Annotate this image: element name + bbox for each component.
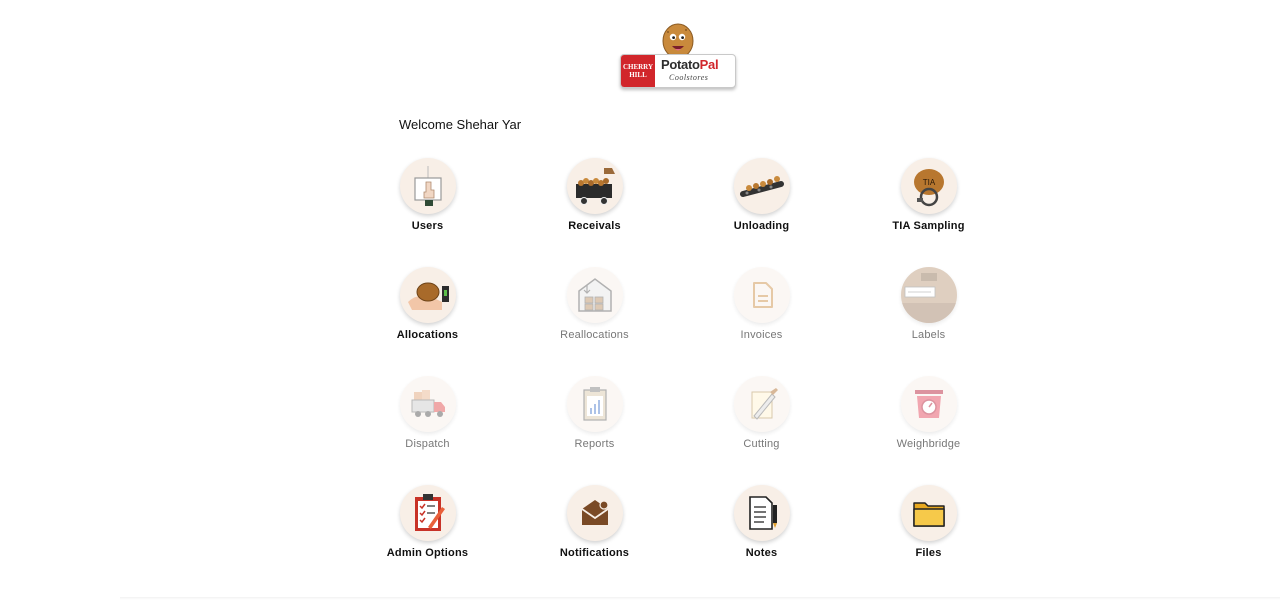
potato-mascot-icon [662, 23, 694, 58]
invoice-icon [752, 282, 773, 308]
tile-label: Notes [745, 547, 778, 559]
tile-labels[interactable]: Labels [845, 265, 1012, 374]
tile-notes[interactable]: Notes [678, 483, 845, 592]
notes-pen-icon [748, 496, 777, 530]
tia-sampling-icon: TIA [913, 169, 944, 207]
tile-label: Weighbridge [896, 438, 961, 450]
tile-label: Reallocations [560, 329, 629, 341]
svg-text:TIA: TIA [922, 178, 935, 187]
users-icon [413, 166, 442, 206]
tile-weighbridge[interactable]: Weighbridge [845, 374, 1012, 483]
receivals-cart-icon [575, 168, 615, 205]
logo-subtitle: Coolstores [669, 73, 709, 82]
tile-notifications[interactable]: Notifications [511, 483, 678, 592]
tile-label: Notifications [559, 547, 630, 559]
envelope-icon [580, 500, 609, 525]
tile-cutting[interactable]: Cutting [678, 374, 845, 483]
tile-label: Files [915, 547, 942, 559]
tile-admin-options[interactable]: Admin Options [344, 483, 511, 592]
truck-icon [411, 390, 445, 417]
report-clipboard-icon [582, 387, 607, 421]
checklist-icon [414, 494, 445, 531]
tile-invoices[interactable]: Invoices [678, 265, 845, 374]
tile-label: Unloading [733, 220, 790, 232]
tile-label: Reports [574, 438, 615, 450]
logo-brand-box: CHERRY HILL PotatoPal Coolstores [620, 54, 736, 88]
tile-users[interactable]: Users [344, 156, 511, 265]
tile-label: TIA Sampling [892, 220, 965, 232]
logo-title: PotatoPal [661, 57, 719, 72]
dashboard-page: CHERRY HILL PotatoPal Coolstores Welcome… [0, 0, 1280, 600]
tile-label: Users [411, 220, 444, 232]
cutting-knife-icon [751, 388, 778, 420]
tile-allocations[interactable]: Allocations [344, 265, 511, 374]
allocations-hand-icon [407, 282, 449, 310]
tile-label: Admin Options [386, 547, 469, 559]
tile-label: Labels [911, 329, 946, 341]
scale-icon [914, 390, 943, 418]
tile-dispatch[interactable]: Dispatch [344, 374, 511, 483]
conveyor-icon [739, 176, 784, 197]
logo-cherry-hill: CHERRY HILL [621, 55, 655, 87]
tile-reports[interactable]: Reports [511, 374, 678, 483]
tile-label: Allocations [396, 329, 459, 341]
tile-files[interactable]: Files [845, 483, 1012, 592]
warehouse-icon [577, 278, 612, 312]
module-grid: Users Receivals Unloading TIA TIA Sampli… [344, 156, 1012, 592]
tile-label: Cutting [743, 438, 780, 450]
tile-tia-sampling[interactable]: TIA TIA Sampling [845, 156, 1012, 265]
tile-label: Dispatch [405, 438, 450, 450]
tile-receivals[interactable]: Receivals [511, 156, 678, 265]
tile-reallocations[interactable]: Reallocations [511, 265, 678, 374]
tile-label: Receivals [568, 220, 621, 232]
tile-unloading[interactable]: Unloading [678, 156, 845, 265]
folder-icon [912, 502, 945, 527]
potatopal-logo: CHERRY HILL PotatoPal Coolstores [620, 22, 736, 90]
label-box-icon [900, 267, 957, 323]
tile-label: Invoices [740, 329, 783, 341]
welcome-message: Welcome Shehar Yar [399, 117, 522, 132]
